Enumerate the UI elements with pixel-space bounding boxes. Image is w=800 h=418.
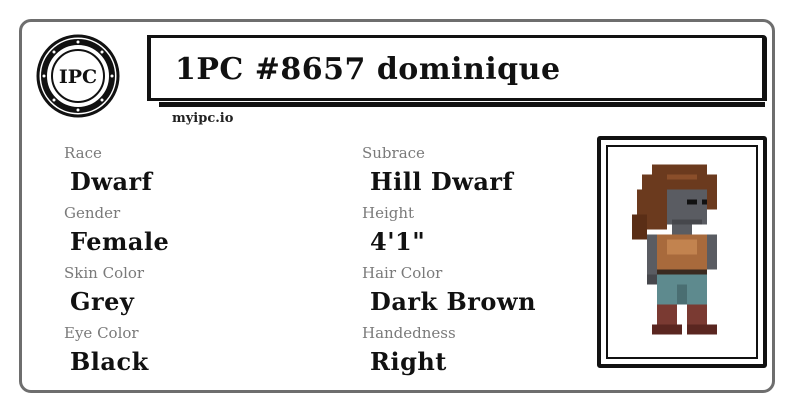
height-label: Height bbox=[362, 204, 415, 222]
character-sprite-icon bbox=[632, 164, 717, 335]
skin-color-value: Grey bbox=[70, 287, 135, 316]
gender-label: Gender bbox=[64, 204, 121, 222]
subrace-label: Subrace bbox=[362, 144, 425, 162]
character-portrait bbox=[597, 136, 767, 368]
eye-color-value: Black bbox=[70, 347, 149, 376]
race-value: Dwarf bbox=[70, 167, 153, 196]
hair-color-label: Hair Color bbox=[362, 264, 443, 282]
subrace-value: Hill Dwarf bbox=[370, 167, 514, 196]
title-bar: 1PC #8657 dominique bbox=[147, 35, 767, 107]
site-link[interactable]: myipc.io bbox=[172, 111, 233, 126]
hair-color-value: Dark Brown bbox=[370, 287, 537, 316]
gender-value: Female bbox=[70, 227, 170, 256]
skin-color-label: Skin Color bbox=[64, 264, 145, 282]
eye-color-label: Eye Color bbox=[64, 324, 139, 342]
race-label: Race bbox=[64, 144, 102, 162]
character-card: IPC 1PC #8657 dominique myipc.io Race Dw… bbox=[19, 19, 775, 393]
handedness-label: Handedness bbox=[362, 324, 456, 342]
ipc-logo-icon: IPC bbox=[36, 34, 120, 118]
logo-text: IPC bbox=[59, 66, 97, 88]
height-value: 4'1" bbox=[370, 227, 426, 256]
page-title: 1PC #8657 dominique bbox=[175, 52, 561, 87]
handedness-value: Right bbox=[370, 347, 447, 376]
